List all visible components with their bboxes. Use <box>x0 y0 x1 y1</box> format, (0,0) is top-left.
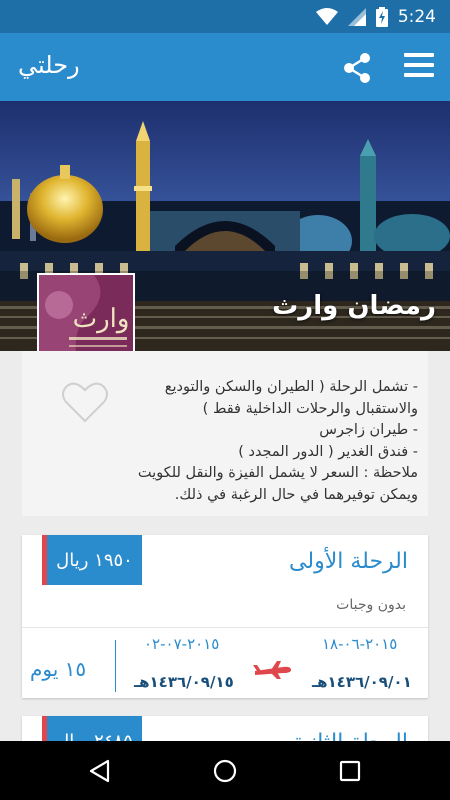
menu-line <box>404 73 434 77</box>
return-date-hijri: ١٤٣٦/٠٩/١٥هـ <box>134 673 234 691</box>
system-navigation-bar <box>0 741 450 800</box>
app-bar: رحلتي <box>0 33 450 101</box>
app-screen: 5:24 رحلتي رمضان وارث وارث - تشمل الرحلة… <box>0 0 450 800</box>
home-circle-icon <box>213 759 237 783</box>
battery-charging-icon <box>375 6 388 27</box>
departure-date-gregorian: ٢٠١٥-٠٦-١٨ <box>322 635 398 653</box>
recents-button[interactable] <box>336 757 364 785</box>
description-text: - تشمل الرحلة ( الطيران والسكن والتوديع … <box>98 377 418 506</box>
menu-line <box>404 63 434 67</box>
app-title: رحلتي <box>18 51 80 79</box>
share-icon <box>344 53 370 83</box>
trip-card[interactable]: ١٩٥٠ ريال الرحلة الأولى بدون وجبات ١٥ يو… <box>22 535 428 698</box>
status-time: 5:24 <box>397 6 436 27</box>
wifi-icon <box>315 7 338 26</box>
divider <box>22 627 428 628</box>
trip-title: رمضان وارث <box>272 291 436 321</box>
menu-button[interactable] <box>404 53 434 81</box>
departure-date-hijri: ١٤٣٦/٠٩/٠١هـ <box>312 673 412 691</box>
return-date-gregorian: ٢٠١٥-٠٧-٠٢ <box>144 635 220 653</box>
trip-duration: ١٥ يوم <box>30 657 87 681</box>
home-button[interactable] <box>211 757 239 785</box>
airplane-icon <box>253 659 293 679</box>
hamburger-menu-icon <box>404 53 434 57</box>
description-line: ويمكن توفيرهما في حال الرغبة في ذلك. <box>174 486 418 503</box>
back-triangle-icon <box>89 759 110 783</box>
divider <box>115 640 116 692</box>
description-line: والاستقبال والرحلات الداخلية فقط ) <box>202 400 418 417</box>
share-button[interactable] <box>340 51 374 85</box>
recents-square-icon <box>339 760 361 782</box>
description-line: - فندق الغدير ( الدور المجدد ) <box>238 443 418 460</box>
description-line: ملاحظة : السعر لا يشمل الفيزة والنقل للك… <box>137 465 418 481</box>
meal-info: بدون وجبات <box>336 597 406 613</box>
trip-description-card: - تشمل الرحلة ( الطيران والسكن والتوديع … <box>22 351 428 516</box>
price-tag: ١٩٥٠ ريال <box>42 535 142 585</box>
trip-name: الرحلة الأولى <box>289 549 408 574</box>
status-bar: 5:24 <box>0 0 450 33</box>
description-line: - طيران زاجرس <box>319 422 418 438</box>
signal-icon <box>347 7 366 26</box>
description-line: - تشمل الرحلة ( الطيران والسكن والتوديع <box>164 379 418 395</box>
back-button[interactable] <box>86 757 114 785</box>
logo-text: وارث <box>73 304 130 334</box>
